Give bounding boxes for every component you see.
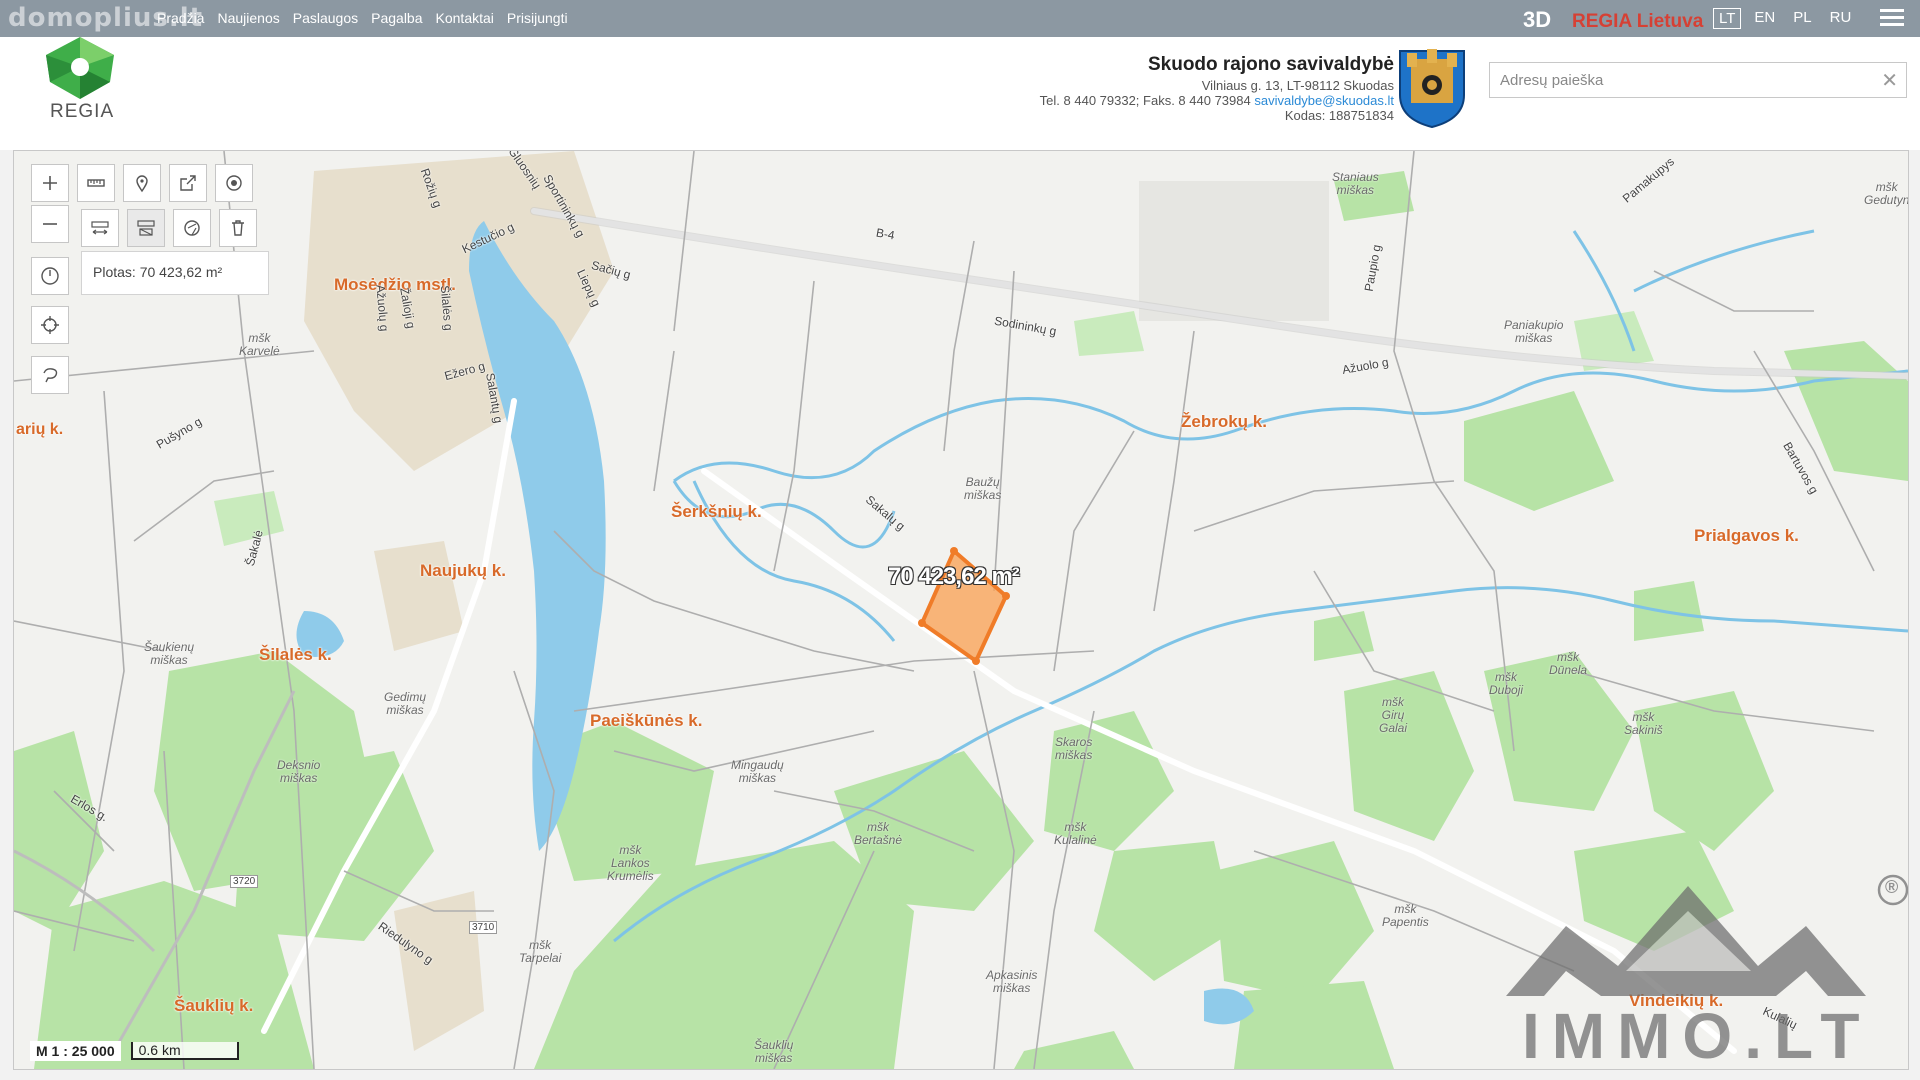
place-label-paeiskunes: Paeiškūnės k. (590, 711, 703, 730)
target-icon (226, 175, 242, 191)
scale-bar: 0.6 km (130, 1042, 239, 1060)
forest-label: Staniaus miškas (1332, 170, 1379, 197)
municipality-code: Kodas: 188751834 (1284, 108, 1394, 123)
main-nav: Pradžia Naujienos Paslaugos Pagalba Kont… (157, 10, 568, 26)
municipality-contacts: Tel. 8 440 79332; Faks. 8 440 73984 savi… (1040, 93, 1394, 108)
forest-label: mšk Bertašnė (854, 820, 903, 847)
top-navigation-bar: domoplius.lt Pradžia Naujienos Paslaugos… (0, 0, 1920, 37)
forest-label: Apkasinis miškas (986, 968, 1038, 995)
lang-pl[interactable]: PL (1788, 8, 1816, 29)
point-tool-button[interactable] (215, 164, 253, 202)
scale-ratio: M 1 : 25 000 (30, 1041, 121, 1061)
email-link[interactable]: savivaldybe@skuodas.lt (1254, 93, 1394, 108)
forest-label: mšk Girų Galai (1379, 695, 1408, 735)
measure-distance-button[interactable] (81, 209, 119, 247)
crosshair-icon (41, 316, 59, 334)
map-scale: M 1 : 25 000 0.6 km (30, 1041, 239, 1061)
place-label-silales: Šilalės k. (259, 645, 332, 664)
language-switcher: LT EN PL RU (1713, 8, 1856, 29)
forest-label: mšk Karvelė (239, 331, 280, 358)
pin-icon (136, 175, 148, 193)
ruler-icon (87, 179, 105, 187)
measure-tool-button[interactable] (77, 164, 115, 202)
immo-registered-mark: ® (1885, 877, 1899, 897)
place-label-naujuku: Naujukų k. (420, 561, 506, 580)
forest-label: Skaros miškas (1055, 735, 1093, 762)
forest-label: Paniakupio miškas (1504, 318, 1564, 345)
forest-label: mšk Dūnela (1549, 650, 1588, 677)
place-label-ariu: arių k. (16, 421, 64, 438)
forest-label: Šauklių miškas (754, 1038, 794, 1065)
regia-lietuva-link[interactable]: REGIA Lietuva (1572, 11, 1703, 33)
search-clear-icon[interactable]: ✕ (1881, 68, 1898, 93)
trash-icon (232, 220, 244, 236)
regia-gem-icon (46, 37, 114, 99)
lasso-icon (43, 368, 58, 383)
forest-label: mšk Gedutyn (1864, 180, 1909, 207)
delete-button[interactable] (219, 209, 257, 247)
lang-ru[interactable]: RU (1825, 8, 1857, 29)
forest-label: Baužų miškas (964, 475, 1002, 502)
hamburger-menu-icon[interactable] (1880, 9, 1904, 29)
nav-pagalba[interactable]: Pagalba (371, 10, 422, 26)
place-label-sankliu: Šauklių k. (174, 996, 254, 1015)
place-label-prialgavos: Prialgavos k. (1694, 526, 1799, 545)
export-button[interactable] (169, 164, 207, 202)
measure-result-panel: Plotas: 70 423,62 m² (81, 251, 269, 295)
phone-fax: Tel. 8 440 79332; Faks. 8 440 73984 (1039, 93, 1251, 108)
municipality-name: Skuodo rajono savivaldybė (1147, 54, 1394, 75)
immo-house-logo-icon (1506, 874, 1908, 996)
forest-label: mšk Papentis (1382, 902, 1429, 929)
clear-measure-button[interactable] (173, 209, 211, 247)
plus-icon (43, 176, 57, 190)
clear-measure-icon (184, 220, 200, 236)
forest-label: Deksnio miškas (277, 758, 321, 785)
forest-label: mšk Lankos Krumėlis (607, 843, 654, 883)
regia-logo[interactable]: REGIA (40, 37, 122, 129)
municipality-address: Vilniaus g. 13, LT-98112 Skuodas (1201, 78, 1394, 93)
export-icon (180, 175, 196, 191)
parcel-area-label: 70 423,62 m² (888, 563, 1020, 590)
address-search: ✕ (1489, 62, 1907, 98)
road-label: B-4 (874, 225, 896, 243)
forest-label: mšk Sakiniš (1624, 710, 1663, 737)
nav-pradzia[interactable]: Pradžia (157, 10, 204, 26)
nav-naujienos[interactable]: Naujienos (217, 10, 279, 26)
zoom-in-button[interactable] (31, 164, 69, 202)
forest-label: mšk Duboji (1489, 670, 1524, 697)
forest-label: mšk Kulalinė (1054, 820, 1097, 847)
road-number-label: 3710 (469, 921, 498, 934)
locate-button[interactable] (31, 306, 69, 344)
nav-paslaugos[interactable]: Paslaugos (293, 10, 358, 26)
map-view[interactable]: Mosėdžio mstl. arių k. Žebrokų k. Šerkšn… (13, 150, 1909, 1070)
lang-en[interactable]: EN (1749, 8, 1780, 29)
lasso-select-button[interactable] (31, 356, 69, 394)
lang-lt[interactable]: LT (1713, 8, 1742, 29)
place-label-zebroku: Žebrokų k. (1181, 412, 1267, 431)
place-label-serksniu: Šerkšnių k. (671, 502, 762, 521)
place-marker-button[interactable] (123, 164, 161, 202)
minus-icon (43, 223, 57, 225)
zoom-out-button[interactable] (31, 205, 69, 243)
forest-label: Gedimų miškas (384, 690, 427, 717)
nav-prisijungti[interactable]: Prisijungti (507, 10, 568, 26)
road-number-label: 3720 (230, 875, 259, 888)
forest-label: mšk Tarpelai (519, 938, 562, 965)
forest-label: Mingaudų miškas (731, 758, 784, 785)
measure-area-button[interactable] (127, 209, 165, 247)
regia-logo-text: REGIA (50, 101, 115, 122)
clock-icon (41, 267, 59, 285)
immo-watermark: ® IMMO.LT (1506, 871, 1908, 1069)
3d-mode-button[interactable]: 3D (1523, 7, 1551, 33)
municipality-info: Skuodo rajono savivaldybė Vilniaus g. 13… (1040, 54, 1394, 123)
nav-kontaktai[interactable]: Kontaktai (436, 10, 494, 26)
forest-label: Šaukienų miškas (144, 640, 195, 667)
header: REGIA Skuodo rajono savivaldybė Vilniaus… (0, 37, 1920, 150)
history-button[interactable] (31, 257, 69, 295)
skuodas-crest-icon (1399, 49, 1465, 129)
address-search-input[interactable] (1490, 63, 1872, 97)
measure-area-icon (137, 220, 155, 236)
immo-watermark-text: IMMO.LT (1522, 1000, 1872, 1070)
measure-distance-icon (91, 221, 109, 235)
